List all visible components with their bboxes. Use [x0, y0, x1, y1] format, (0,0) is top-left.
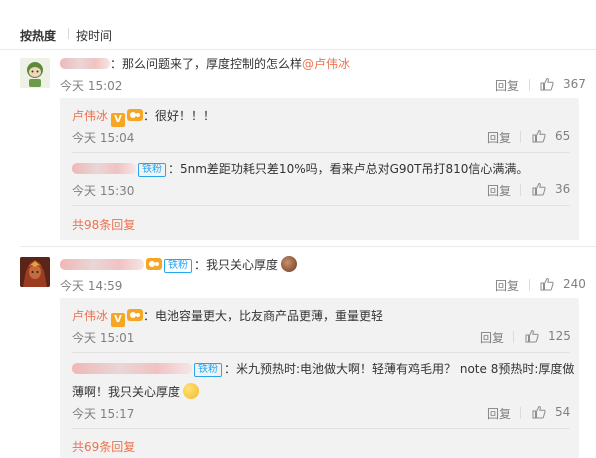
action-divider	[529, 79, 530, 91]
action-divider	[513, 331, 514, 343]
like-count: 125	[548, 329, 571, 343]
sub-reply-time: 今天 15:01	[72, 331, 135, 345]
mention-link[interactable]: @卢伟冰	[302, 57, 350, 71]
more-replies-link[interactable]: 共69条回复	[72, 438, 135, 455]
thumbs-up-icon	[540, 277, 554, 291]
verified-badge: V	[111, 113, 126, 127]
sub-reply-text: ：米九预热时:电池做大啊！轻薄有鸡毛用？ note 8预热时:厚度做	[224, 362, 575, 376]
vip-badge-icon	[146, 258, 162, 270]
username-blurred[interactable]	[72, 363, 192, 374]
fan-badge: 铁粉	[194, 363, 222, 377]
sub-reply-divider	[72, 205, 570, 206]
username-blurred[interactable]	[72, 163, 136, 174]
username-blurred[interactable]	[60, 259, 144, 270]
sub-reply-time: 今天 15:04	[72, 131, 135, 145]
emoji-face-icon	[281, 256, 298, 272]
sub-reply-time: 今天 15:17	[72, 407, 135, 421]
thumbs-up-icon	[532, 182, 546, 196]
avatar[interactable]	[20, 58, 50, 88]
sort-by-time-tab[interactable]: 按时间	[76, 27, 112, 44]
thumbs-up-icon	[540, 77, 554, 91]
like-button[interactable]: 54	[532, 405, 570, 419]
sort-by-hot-tab[interactable]: 按热度	[20, 27, 56, 44]
emoji-smile-icon	[183, 383, 200, 399]
fan-badge: 铁粉	[164, 259, 192, 273]
like-button[interactable]: 65	[532, 129, 570, 143]
action-divider	[520, 131, 521, 143]
reply-button[interactable]: 回复	[487, 129, 511, 146]
thumbs-up-icon	[525, 329, 539, 343]
sub-reply-divider	[72, 352, 570, 353]
comment-text: ：我只关心厚度	[194, 258, 279, 272]
reply-button[interactable]: 回复	[480, 329, 504, 346]
comment-time: 今天 14:59	[60, 279, 123, 293]
comment-line: 铁粉 ：我只关心厚度	[60, 256, 298, 273]
thumbs-up-icon	[532, 129, 546, 143]
action-divider	[520, 184, 521, 196]
fan-badge: 铁粉	[138, 163, 166, 177]
like-count: 367	[563, 77, 586, 91]
like-count: 240	[563, 277, 586, 291]
sub-reply-username[interactable]: 卢伟冰	[72, 109, 108, 123]
comment-divider	[20, 246, 596, 247]
comment-text: ：那么问题来了，厚度控制的怎么样	[110, 57, 303, 71]
sub-reply-divider	[72, 152, 570, 153]
like-button[interactable]: 36	[532, 182, 570, 196]
username-blurred[interactable]	[60, 58, 110, 69]
thumbs-up-icon	[532, 405, 546, 419]
like-count: 54	[555, 405, 571, 419]
sub-reply-text: ：电池容量更大，比友商产品更薄，重量更轻	[143, 309, 384, 323]
action-divider	[529, 279, 530, 291]
reply-button[interactable]: 回复	[495, 77, 519, 94]
vip-badge-icon	[127, 109, 144, 121]
sub-reply-username[interactable]: 卢伟冰	[72, 309, 108, 323]
reply-button[interactable]: 回复	[487, 405, 511, 422]
vip-badge-icon	[127, 309, 144, 321]
sub-reply-line: 卢伟冰 V ：电池容量更大，比友商产品更薄，重量更轻	[72, 308, 383, 327]
like-button[interactable]: 367	[540, 77, 586, 91]
sub-reply-text: ：很好！！！	[143, 109, 216, 123]
like-button[interactable]: 125	[525, 329, 571, 343]
sub-reply-time: 今天 15:30	[72, 184, 135, 198]
sub-reply-divider	[72, 428, 570, 429]
action-divider	[520, 407, 521, 419]
verified-badge: V	[111, 313, 126, 327]
sub-reply-text-continued: 薄啊！我只关心厚度	[72, 385, 181, 399]
reply-button[interactable]: 回复	[487, 182, 511, 199]
more-replies-link[interactable]: 共98条回复	[72, 216, 135, 233]
comment-line: ：那么问题来了，厚度控制的怎么样@卢伟冰	[60, 56, 350, 72]
sort-bar: 按热度 按时间	[0, 0, 596, 50]
like-button[interactable]: 240	[540, 277, 586, 291]
sort-divider	[68, 28, 69, 39]
like-count: 36	[555, 182, 571, 196]
comment-time: 今天 15:02	[60, 79, 123, 93]
sub-reply-line: 铁粉 ：5nm差距功耗只差10%吗，看来卢总对G90T吊打810信心满满。	[72, 161, 528, 177]
reply-button[interactable]: 回复	[495, 277, 519, 294]
sub-reply-line: 卢伟冰 V ：很好！！！	[72, 108, 215, 127]
sub-reply-line-continued: 薄啊！我只关心厚度	[72, 383, 200, 400]
like-count: 65	[555, 129, 571, 143]
sub-reply-line: 铁粉 ：米九预热时:电池做大啊！轻薄有鸡毛用？ note 8预热时:厚度做	[72, 361, 574, 377]
sub-reply-text: ：5nm差距功耗只差10%吗，看来卢总对G90T吊打810信心满满。	[168, 162, 529, 176]
avatar[interactable]	[20, 257, 50, 287]
